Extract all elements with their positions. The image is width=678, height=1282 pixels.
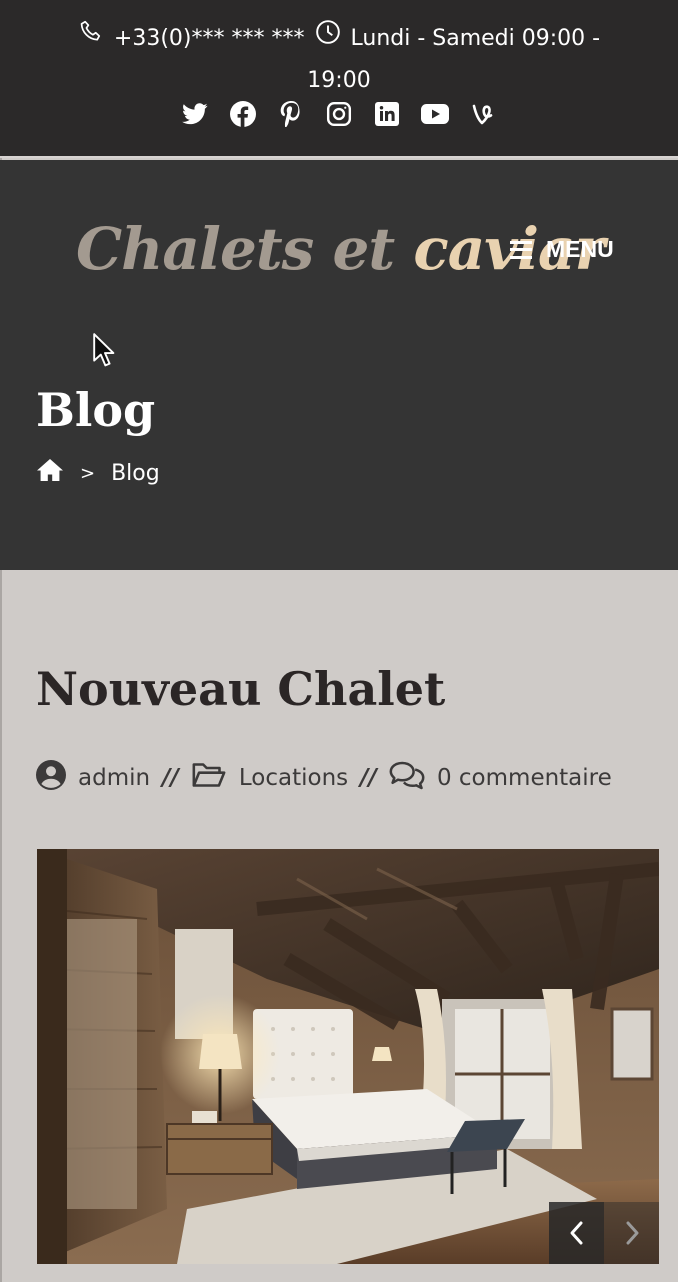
featured-image-slider[interactable]	[37, 849, 659, 1264]
chevron-left-icon	[570, 1221, 582, 1245]
chevron-right-icon	[626, 1221, 638, 1245]
slider-prev-button[interactable]	[549, 1202, 604, 1264]
slider-next-button[interactable]	[604, 1202, 659, 1264]
home-icon[interactable]	[36, 458, 64, 488]
comments-icon	[389, 760, 425, 796]
top-bar: +33(0)*** *** *** Lundi - Samedi 09:00 -…	[0, 0, 678, 158]
meta-separator: //	[360, 765, 377, 791]
slider-navigation	[549, 1202, 659, 1264]
post-meta: admin // Locations // 0 commentaire	[36, 760, 612, 796]
opening-hours: Lundi - Samedi 09:00 - 19:00	[307, 26, 601, 93]
pinterest-icon[interactable]	[277, 100, 305, 128]
linkedin-icon[interactable]	[373, 100, 401, 128]
breadcrumb-current: Blog	[111, 460, 160, 486]
breadcrumb: > Blog	[36, 458, 160, 488]
post-title[interactable]: Nouveau Chalet	[36, 662, 445, 716]
folder-icon	[191, 761, 227, 795]
phone-icon	[78, 18, 104, 60]
instagram-icon[interactable]	[325, 100, 353, 128]
post-author-link[interactable]: admin	[78, 765, 150, 791]
mouse-cursor-icon	[93, 333, 117, 373]
page-title: Blog	[36, 383, 156, 437]
hamburger-icon	[510, 240, 532, 259]
post-category-link[interactable]: Locations	[239, 765, 348, 791]
clock-icon	[315, 18, 341, 60]
breadcrumb-separator: >	[80, 462, 96, 484]
contact-info: +33(0)*** *** *** Lundi - Samedi 09:00 -…	[0, 18, 678, 102]
vine-icon[interactable]	[469, 100, 497, 128]
menu-button[interactable]: MENU	[510, 236, 614, 263]
youtube-icon[interactable]	[421, 100, 449, 128]
twitter-icon[interactable]	[181, 100, 209, 128]
social-links	[0, 100, 678, 128]
meta-separator: //	[162, 765, 179, 791]
phone-number[interactable]: +33(0)*** *** ***	[114, 26, 305, 51]
user-icon	[36, 760, 66, 796]
post-comments-link[interactable]: 0 commentaire	[437, 765, 612, 791]
facebook-icon[interactable]	[229, 100, 257, 128]
menu-label: MENU	[546, 236, 614, 262]
logo-text-main: Chalets et	[76, 215, 395, 283]
